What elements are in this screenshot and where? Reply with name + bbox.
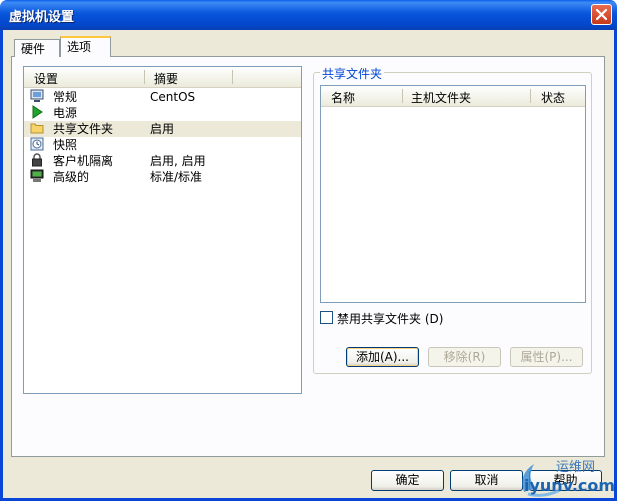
settings-item-snapshot[interactable]: 快照 — [24, 137, 301, 153]
add-button[interactable]: 添加(A)... — [346, 347, 419, 367]
disable-shared-folders-checkbox[interactable] — [320, 311, 333, 324]
remove-button[interactable]: 移除(R) — [428, 347, 501, 367]
shared-folders-table-header: 名称 主机文件夹 状态 — [321, 86, 585, 107]
settings-list-header: 设置 摘要 — [24, 67, 301, 88]
column-header-setting[interactable]: 设置 — [34, 70, 58, 87]
lock-icon — [32, 153, 42, 167]
advanced-computer-icon — [30, 169, 44, 182]
column-separator[interactable] — [402, 89, 403, 103]
window-frame-left — [0, 30, 3, 501]
snapshot-icon — [30, 137, 44, 151]
settings-item-power[interactable]: 电源 — [24, 105, 301, 121]
settings-item-label: 客户机隔离 — [53, 154, 114, 168]
settings-item-advanced[interactable]: 高级的 标准/标准 — [24, 169, 301, 185]
title-bar[interactable]: 虚拟机设置 — [0, 0, 617, 30]
close-icon — [595, 8, 608, 21]
tab-options[interactable]: 选项 — [60, 36, 111, 57]
folder-icon — [30, 123, 44, 134]
settings-item-label: 常规 — [53, 90, 78, 104]
settings-item-value: CentOS — [150, 90, 196, 104]
settings-list[interactable]: 设置 摘要 常规 CentOS 电源 共享文件夹 启用 快照 客户机隔离 启用,… — [23, 66, 302, 394]
settings-item-shared-folders[interactable]: 共享文件夹 启用 — [24, 121, 301, 137]
vm-settings-window: 虚拟机设置 硬件 选项 设置 摘要 常规 CentOS 电源 共享文件夹 启用 … — [0, 0, 617, 501]
settings-item-label: 电源 — [53, 106, 78, 120]
shared-folders-group-title: 共享文件夹 — [320, 65, 385, 82]
watermark-text-url: iyunv.com — [524, 476, 616, 495]
cancel-button[interactable]: 取消 — [450, 470, 523, 491]
close-button[interactable] — [591, 4, 612, 25]
settings-item-value: 启用, 启用 — [150, 154, 206, 168]
settings-item-label: 共享文件夹 — [53, 122, 114, 136]
settings-item-label: 快照 — [53, 138, 78, 152]
settings-item-general[interactable]: 常规 CentOS — [24, 89, 301, 105]
settings-item-label: 高级的 — [53, 170, 90, 184]
column-separator[interactable] — [144, 70, 145, 84]
column-header-summary[interactable]: 摘要 — [154, 70, 178, 87]
column-header-name[interactable]: 名称 — [331, 89, 355, 106]
disable-shared-folders-label[interactable]: 禁用共享文件夹 (D) — [337, 310, 443, 327]
watermark-text-cn: 运维网 — [556, 460, 596, 475]
column-header-host-folder[interactable]: 主机文件夹 — [411, 89, 471, 106]
shared-folders-table[interactable]: 名称 主机文件夹 状态 — [320, 85, 586, 303]
window-title: 虚拟机设置 — [9, 10, 75, 25]
column-separator[interactable] — [530, 89, 531, 103]
settings-item-value: 启用 — [150, 122, 175, 136]
ok-button[interactable]: 确定 — [371, 470, 444, 491]
column-header-status[interactable]: 状态 — [541, 89, 565, 106]
properties-button[interactable]: 属性(P)... — [510, 347, 583, 367]
column-separator[interactable] — [232, 70, 233, 84]
monitor-icon — [30, 89, 44, 102]
tab-hardware[interactable]: 硬件 — [14, 39, 60, 57]
settings-item-value: 标准/标准 — [150, 170, 203, 184]
power-play-icon — [32, 105, 43, 119]
settings-item-guest-isolation[interactable]: 客户机隔离 启用, 启用 — [24, 153, 301, 169]
